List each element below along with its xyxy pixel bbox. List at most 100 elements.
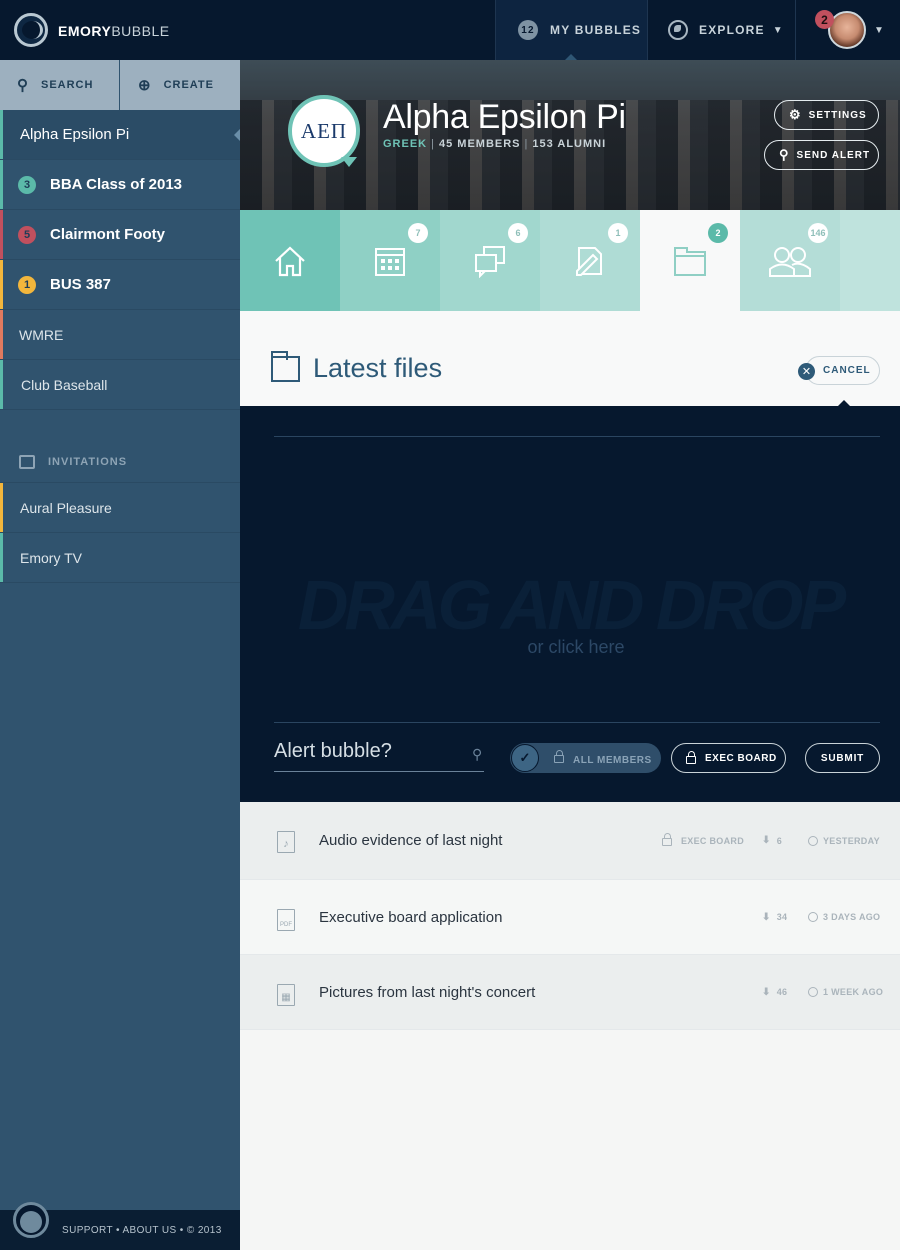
group-members-count[interactable]: 45 MEMBERS bbox=[439, 138, 521, 150]
upload-panel: DRAG AND DROP or click here Alert bubble… bbox=[240, 406, 900, 802]
file-downloads: ⬇ 6 bbox=[762, 835, 782, 846]
sidebar-item-wmre[interactable]: WMRE bbox=[0, 310, 240, 360]
file-row[interactable]: ▦ Pictures from last night's concert ⬇ 46… bbox=[240, 955, 900, 1030]
timestamp-label: 3 DAYS AGO bbox=[823, 912, 881, 922]
footer-links[interactable]: SUPPORT • ABOUT US • © 2013 bbox=[62, 1225, 222, 1236]
tab-overflow bbox=[840, 210, 900, 311]
settings-label: SETTINGS bbox=[808, 109, 867, 121]
group-name: Alpha Epsilon Pi bbox=[383, 98, 626, 136]
panel-title: Latest files bbox=[313, 353, 443, 383]
inbox-icon bbox=[19, 454, 35, 469]
tab-calendar[interactable]: 7 bbox=[340, 210, 440, 311]
members-icon bbox=[769, 246, 811, 277]
clock-icon bbox=[808, 987, 818, 997]
clock-icon bbox=[808, 835, 818, 846]
edit-note-icon bbox=[576, 246, 602, 276]
brand-bold: EMORY bbox=[58, 23, 112, 39]
tab-files[interactable]: 2 bbox=[640, 210, 740, 311]
invitation-label: Aural Pleasure bbox=[20, 499, 112, 516]
my-bubbles-button[interactable]: 12 MY BUBBLES bbox=[495, 0, 647, 60]
click-to-upload-link[interactable]: or click here bbox=[240, 637, 900, 658]
emorybubble-logo-icon[interactable] bbox=[14, 13, 48, 47]
brand-name[interactable]: EMORYBUBBLE bbox=[58, 23, 170, 39]
sidebar-item-color-bar bbox=[0, 160, 3, 209]
audio-file-icon: ♪ bbox=[277, 831, 295, 853]
search-label: SEARCH bbox=[41, 79, 94, 91]
check-icon: ✓ bbox=[511, 744, 539, 772]
group-alumni-count[interactable]: 153 ALUMNI bbox=[532, 138, 606, 150]
download-icon: ⬇ bbox=[762, 911, 771, 923]
chevron-down-icon[interactable]: ▼ bbox=[874, 25, 885, 36]
invitation-label: Emory TV bbox=[20, 549, 82, 566]
tab-members[interactable]: 146 bbox=[740, 210, 840, 311]
tab-count-badge: 1 bbox=[608, 223, 628, 243]
user-menu-button[interactable]: ▼ bbox=[795, 0, 900, 60]
file-timestamp: YESTERDAY bbox=[808, 835, 880, 846]
group-meta: GREEK | 45 MEMBERS | 153 ALUMNI bbox=[383, 138, 607, 150]
sidebar-item-label: BUS 387 bbox=[50, 276, 111, 293]
invitations-label: INVITATIONS bbox=[48, 455, 128, 468]
files-panel-header: Latest files CANCEL ✕ bbox=[240, 311, 900, 406]
all-members-toggle[interactable]: ✓ ALL MEMBERS bbox=[510, 743, 661, 773]
file-name[interactable]: Executive board application bbox=[319, 909, 502, 926]
sidebar-item-color-bar bbox=[0, 360, 3, 409]
drop-zone-title: DRAG AND DROP bbox=[297, 566, 846, 644]
file-name[interactable]: Audio evidence of last night bbox=[319, 832, 502, 849]
notification-badge[interactable]: 2 bbox=[815, 10, 834, 29]
folder-icon bbox=[271, 351, 300, 382]
create-button[interactable]: ⊕ CREATE bbox=[120, 60, 240, 110]
file-downloads: ⬇ 34 bbox=[762, 912, 787, 923]
invitation-aural-pleasure[interactable]: Aural Pleasure bbox=[0, 483, 240, 533]
sidebar-item-color-bar bbox=[0, 260, 3, 309]
settings-button[interactable]: ⚙ SETTINGS bbox=[774, 100, 879, 130]
timestamp-label: 1 WEEK AGO bbox=[823, 987, 884, 997]
alert-input-underline bbox=[274, 771, 484, 772]
sidebar-item-label: Alpha Epsilon Pi bbox=[20, 126, 130, 143]
file-row[interactable]: PDF Executive board application ⬇ 34 3 DA… bbox=[240, 880, 900, 955]
sidebar-item-clairmont-footy[interactable]: 5 Clairmont Footy bbox=[0, 210, 240, 260]
invitation-emory-tv[interactable]: Emory TV bbox=[0, 533, 240, 583]
sidebar-item-label: WMRE bbox=[19, 326, 64, 343]
close-icon[interactable]: ✕ bbox=[798, 363, 815, 380]
search-icon: ⚲ bbox=[17, 77, 29, 94]
timestamp-label: YESTERDAY bbox=[823, 835, 880, 846]
sidebar-footer: SUPPORT • ABOUT US • © 2013 bbox=[0, 1202, 240, 1250]
file-list: ♪ Audio evidence of last night EXEC BOAR… bbox=[240, 802, 900, 1030]
download-count: 46 bbox=[776, 987, 788, 997]
group-header: ΑΕΠ Alpha Epsilon Pi GREEK | 45 MEMBERS | 15… bbox=[240, 60, 900, 210]
tab-discussions[interactable]: 6 bbox=[440, 210, 540, 311]
drop-zone[interactable]: DRAG AND DROP or click here bbox=[274, 437, 880, 722]
folder-icon bbox=[674, 246, 706, 276]
tab-notes[interactable]: 1 bbox=[540, 210, 640, 311]
sidebar-item-label: Club Baseball bbox=[21, 376, 108, 393]
clock-icon bbox=[808, 912, 818, 922]
unread-count-badge: 1 bbox=[18, 275, 36, 294]
file-restriction-label: EXEC BOARD bbox=[681, 835, 745, 846]
bubble-logo-icon[interactable] bbox=[13, 1202, 49, 1238]
sidebar-item-bus-387[interactable]: 1 BUS 387 bbox=[0, 260, 240, 310]
home-icon bbox=[275, 245, 305, 276]
submit-button[interactable]: SUBMIT bbox=[805, 743, 880, 773]
exec-board-button[interactable]: EXEC BOARD bbox=[671, 743, 786, 773]
my-bubbles-label: MY BUBBLES bbox=[550, 23, 642, 37]
group-tabs: 7 6 1 2 146 bbox=[240, 210, 900, 311]
alert-question-input[interactable]: Alert bubble? bbox=[274, 740, 392, 763]
create-label: CREATE bbox=[163, 79, 214, 91]
explore-button[interactable]: EXPLORE ▼ bbox=[647, 0, 795, 60]
search-button[interactable]: ⚲ SEARCH bbox=[0, 60, 119, 110]
sidebar-item-club-baseball[interactable]: Club Baseball bbox=[0, 360, 240, 410]
file-name[interactable]: Pictures from last night's concert bbox=[319, 984, 535, 1001]
send-alert-button[interactable]: ⚲ SEND ALERT bbox=[764, 140, 879, 170]
tab-home[interactable] bbox=[240, 210, 340, 311]
plus-circle-icon: ⊕ bbox=[138, 77, 152, 94]
my-bubbles-count-badge: 12 bbox=[518, 20, 538, 40]
alert-icon: ⚲ bbox=[779, 147, 790, 162]
sidebar-item-color-bar bbox=[0, 483, 3, 532]
file-row[interactable]: ♪ Audio evidence of last night EXEC BOAR… bbox=[240, 802, 900, 880]
sidebar-item-alpha-epsilon-pi[interactable]: Alpha Epsilon Pi bbox=[0, 110, 240, 160]
cancel-button[interactable]: CANCEL bbox=[805, 356, 880, 385]
sidebar-item-bba-class-of-2013[interactable]: 3 BBA Class of 2013 bbox=[0, 160, 240, 210]
alert-icon: ⚲ bbox=[472, 746, 483, 762]
download-count: 34 bbox=[776, 912, 788, 922]
file-restriction: EXEC BOARD bbox=[662, 833, 745, 846]
